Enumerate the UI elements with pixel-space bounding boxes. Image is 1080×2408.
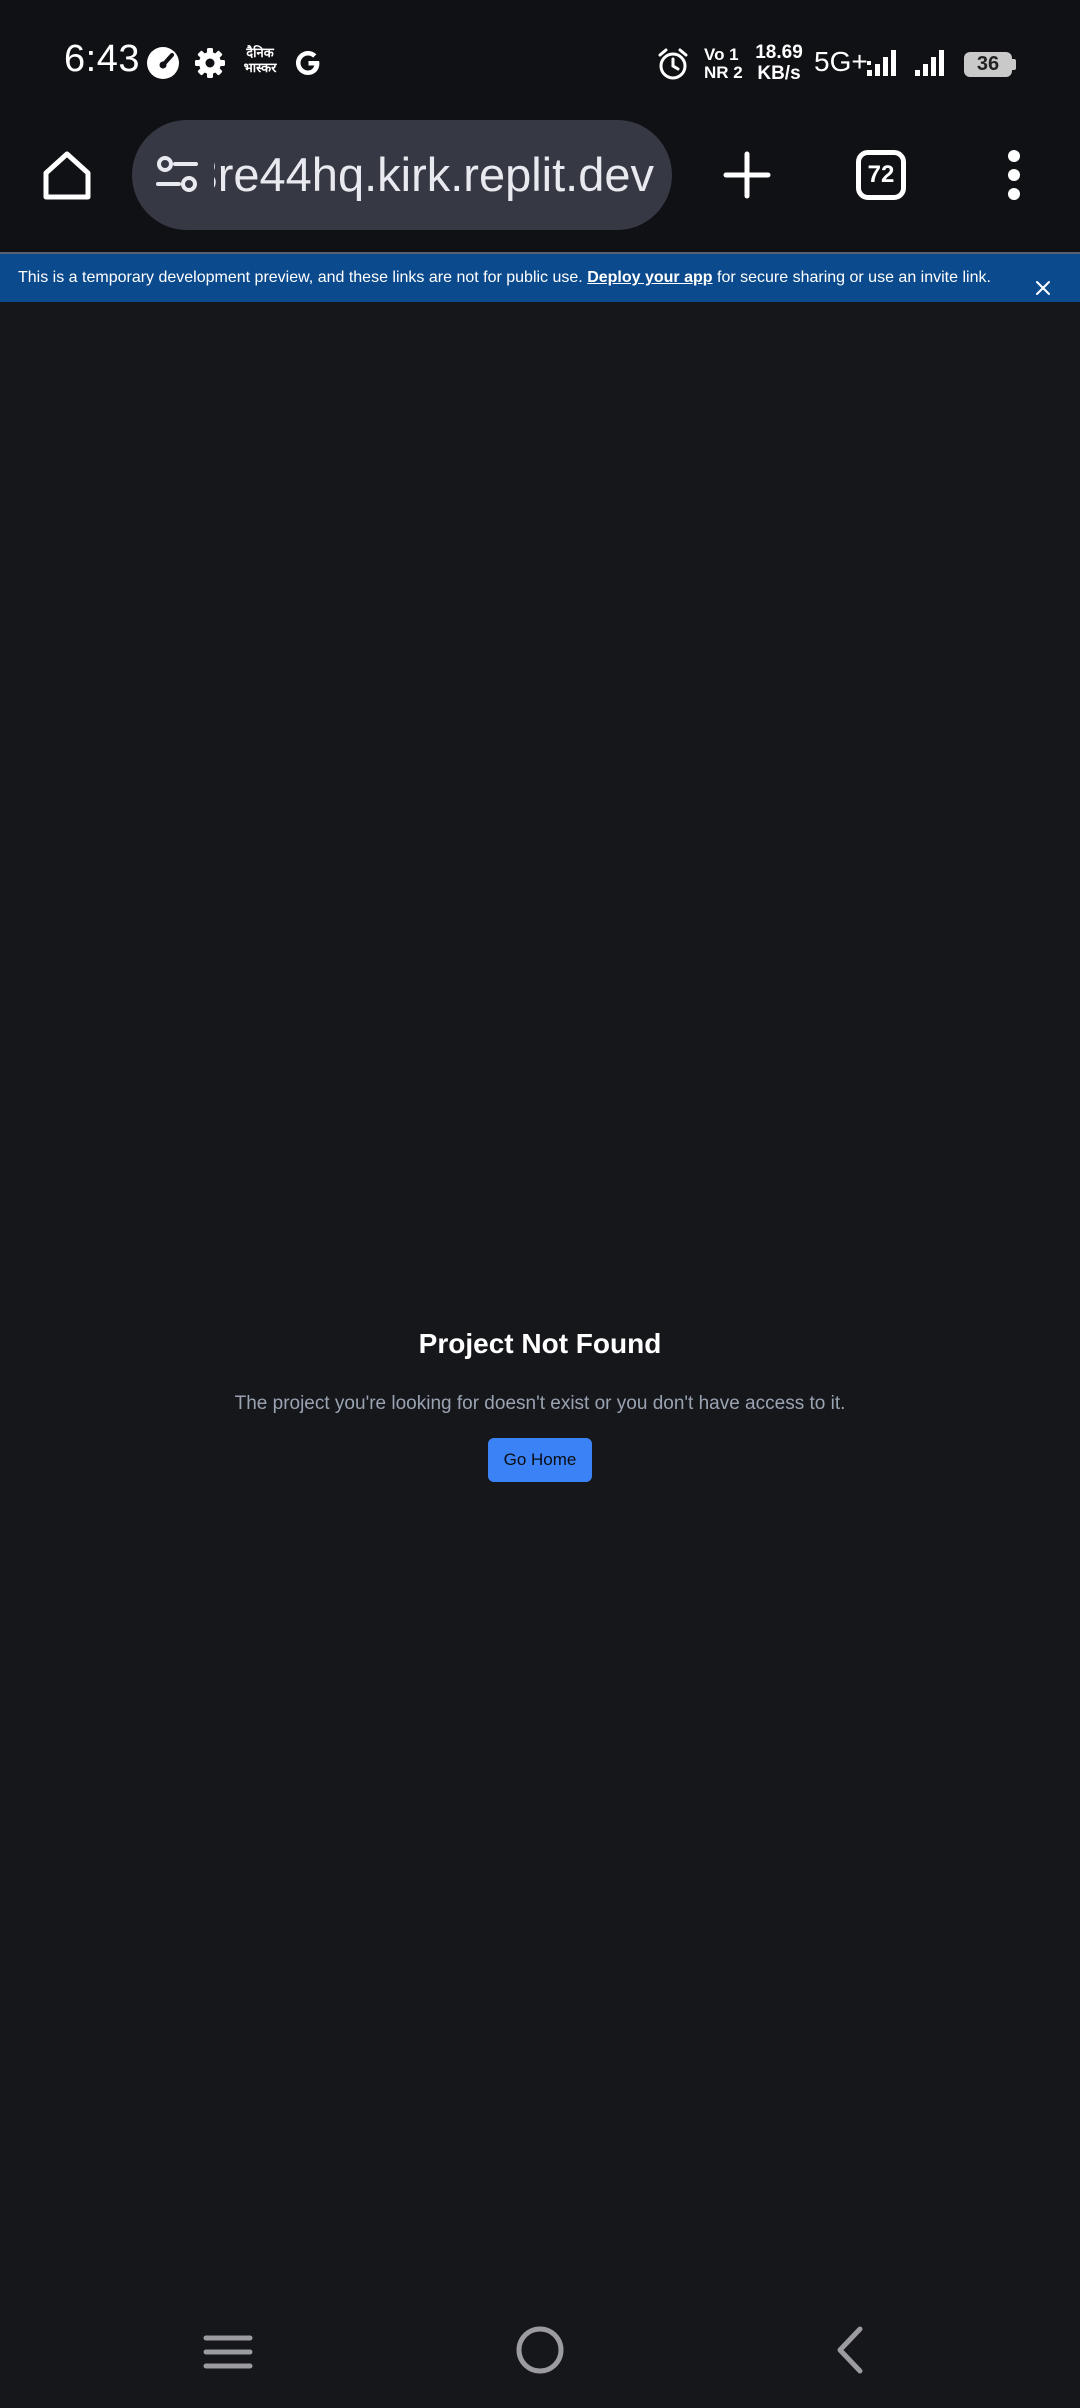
status-time: 6:43 bbox=[64, 38, 140, 80]
network-speed: 18.69 KB/s bbox=[752, 42, 806, 84]
volte-line-2: NR 2 bbox=[704, 63, 743, 82]
recents-menu-icon[interactable] bbox=[198, 2322, 258, 2382]
home-icon[interactable] bbox=[36, 144, 98, 206]
status-bar: 6:43 दैनिक भास्कर Vo 1 NR 2 18.69 KB/s 5… bbox=[0, 0, 1080, 120]
site-settings-icon[interactable] bbox=[152, 150, 202, 200]
signal-strength-icon bbox=[866, 48, 900, 78]
url-value: 3re44hq.kirk.replit.dev bbox=[214, 148, 654, 201]
volte-indicator: Vo 1 NR 2 bbox=[704, 46, 743, 82]
home-circle-icon[interactable] bbox=[510, 2320, 570, 2380]
back-chevron-icon[interactable] bbox=[820, 2320, 880, 2380]
network-type: 5G+ bbox=[814, 46, 868, 77]
go-home-button[interactable]: Go Home bbox=[488, 1438, 592, 1482]
battery-tip bbox=[1012, 59, 1016, 70]
page-content: Project Not Found The project you're loo… bbox=[0, 302, 1080, 2332]
banner-text-after: for secure sharing or use an invite link… bbox=[712, 269, 991, 286]
network-speed-value: 18.69 bbox=[755, 42, 803, 63]
tab-switcher-icon[interactable]: 72 bbox=[856, 150, 906, 200]
system-nav-bar bbox=[0, 2300, 1080, 2408]
new-tab-plus-icon[interactable] bbox=[716, 144, 778, 206]
url-text[interactable]: 3re44hq.kirk.replit.dev bbox=[214, 120, 654, 230]
alarm-icon bbox=[656, 47, 690, 81]
banner-text: This is a temporary development preview,… bbox=[18, 269, 588, 286]
close-icon[interactable] bbox=[1034, 269, 1052, 295]
volte-line-1: Vo 1 bbox=[704, 45, 739, 64]
speedometer-icon bbox=[146, 46, 180, 80]
news-app-icon: दैनिक भास्कर bbox=[243, 46, 277, 76]
page-title: Project Not Found bbox=[418, 1328, 662, 1359]
deploy-app-link[interactable]: Deploy your app bbox=[587, 269, 712, 286]
browser-toolbar: 3re44hq.kirk.replit.dev 72 bbox=[0, 120, 1080, 252]
signal-strength-icon-2 bbox=[914, 48, 948, 78]
address-bar[interactable]: 3re44hq.kirk.replit.dev bbox=[132, 120, 672, 230]
settings-gear-icon bbox=[194, 47, 226, 79]
not-found-block: Project Not Found The project you're loo… bbox=[0, 1324, 1080, 1482]
network-speed-unit: KB/s bbox=[757, 63, 801, 84]
dev-preview-banner: This is a temporary development preview,… bbox=[0, 254, 1080, 302]
google-g-icon bbox=[292, 47, 324, 79]
battery-level: 36 bbox=[964, 52, 1012, 77]
more-menu-icon[interactable] bbox=[994, 144, 1034, 206]
page-description: The project you're looking for doesn't e… bbox=[234, 1393, 846, 1414]
